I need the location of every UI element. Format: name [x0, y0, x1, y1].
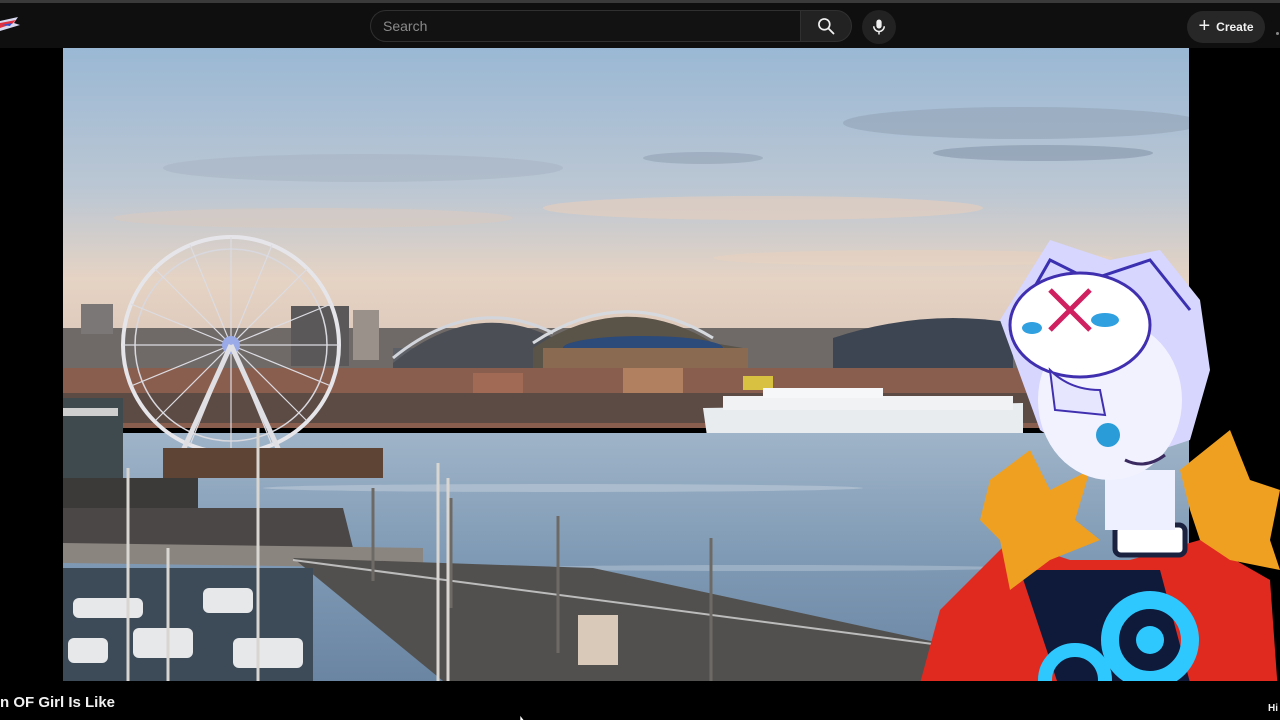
masthead: + Create: [0, 3, 1280, 48]
notification-icon[interactable]: [1276, 32, 1279, 35]
mouse-cursor-icon: [519, 712, 530, 720]
page: + Create: [0, 0, 1280, 720]
search-box: [370, 10, 852, 42]
microphone-icon: [873, 19, 885, 35]
logo-icon[interactable]: [0, 11, 24, 39]
plus-icon: +: [1198, 15, 1211, 37]
streamer-avatar: [900, 240, 1280, 720]
voice-search-button[interactable]: [862, 10, 896, 44]
corner-text: Hi: [1268, 703, 1278, 714]
search-button[interactable]: [800, 10, 852, 42]
create-button[interactable]: + Create: [1187, 11, 1265, 43]
info-bar: [0, 681, 1280, 720]
create-button-label: Create: [1216, 20, 1254, 34]
search-icon: [818, 18, 835, 35]
search-input[interactable]: [370, 10, 800, 42]
video-title[interactable]: n OF Girl Is Like: [0, 694, 115, 711]
